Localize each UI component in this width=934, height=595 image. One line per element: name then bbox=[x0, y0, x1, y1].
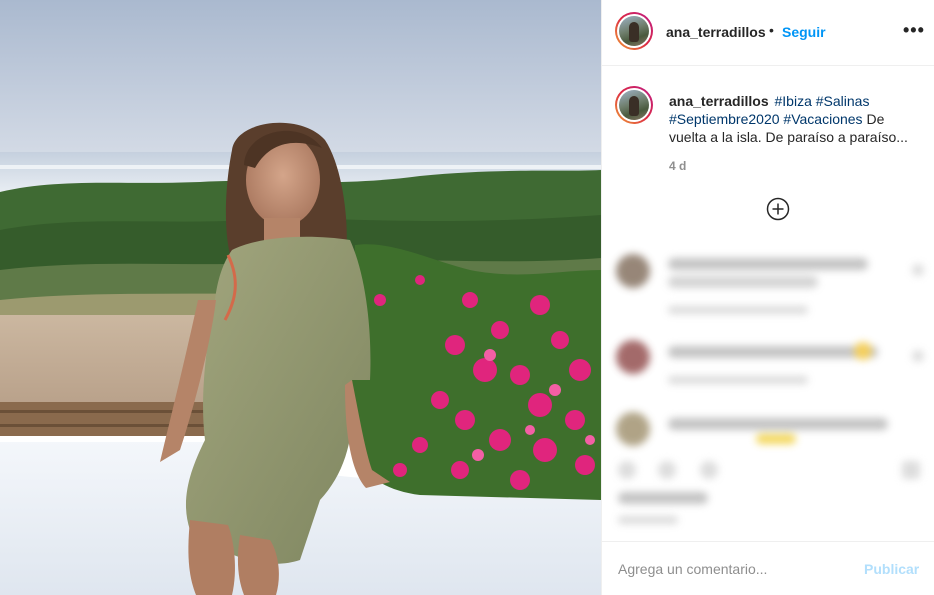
more-options-icon[interactable]: ••• bbox=[903, 20, 925, 41]
hashtag-link[interactable]: #Vacaciones bbox=[783, 111, 862, 127]
post-sidebar: ana_terradillos • Seguir ••• ana_terradi… bbox=[601, 0, 934, 595]
hashtag-link[interactable]: #Septiembre2020 bbox=[669, 111, 780, 127]
separator-dot: • bbox=[769, 22, 774, 38]
author-username[interactable]: ana_terradillos bbox=[666, 24, 766, 40]
comment-composer: Agrega un comentario... Publicar bbox=[602, 541, 934, 595]
hashtag-link[interactable]: #Ibiza bbox=[775, 93, 812, 109]
comment-item bbox=[616, 336, 926, 396]
comment-item bbox=[616, 408, 926, 458]
plus-circle-icon[interactable] bbox=[766, 197, 790, 221]
post-caption: ana_terradillos #Ibiza #Salinas #Septiem… bbox=[669, 92, 925, 146]
comment-input[interactable]: Agrega un comentario... bbox=[618, 561, 767, 577]
post-header: ana_terradillos • Seguir ••• bbox=[602, 0, 934, 66]
hashtag-link[interactable]: #Salinas bbox=[816, 93, 870, 109]
likes-summary bbox=[616, 490, 926, 530]
post-photo[interactable] bbox=[0, 0, 601, 595]
follow-button[interactable]: Seguir bbox=[782, 24, 826, 40]
post-timestamp[interactable]: 4 d bbox=[669, 159, 686, 173]
caption-author-username[interactable]: ana_terradillos bbox=[669, 93, 769, 109]
comment-item bbox=[616, 250, 926, 320]
blurred-comments bbox=[602, 240, 934, 540]
caption-author-avatar[interactable] bbox=[615, 86, 653, 124]
author-avatar[interactable] bbox=[615, 12, 653, 50]
action-bar bbox=[616, 455, 926, 485]
publish-button[interactable]: Publicar bbox=[864, 561, 919, 577]
